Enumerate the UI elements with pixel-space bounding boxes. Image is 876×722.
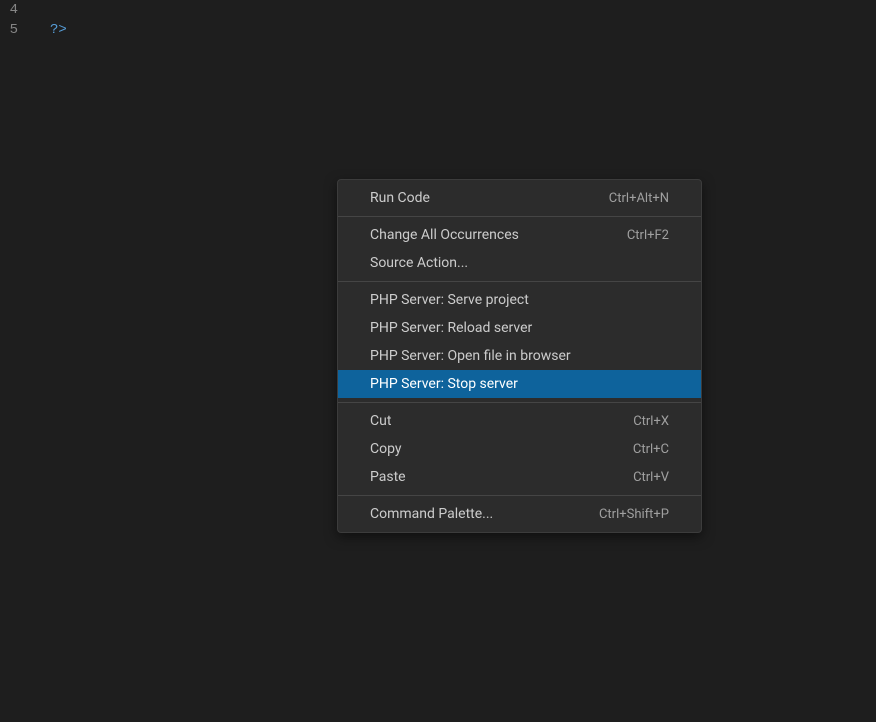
menu-item-php-stop-server[interactable]: PHP Server: Stop server	[338, 370, 701, 398]
menu-item-copy[interactable]: Copy Ctrl+C	[338, 435, 701, 463]
editor-line[interactable]: 4	[0, 0, 876, 20]
menu-item-source-action[interactable]: Source Action...	[338, 249, 701, 277]
editor-line[interactable]: 5 ?>	[0, 20, 876, 40]
line-content: ?>	[30, 22, 67, 38]
menu-label: Command Palette...	[370, 506, 493, 522]
menu-shortcut: Ctrl+Alt+N	[609, 191, 669, 206]
menu-shortcut: Ctrl+Shift+P	[599, 507, 669, 522]
menu-label: Source Action...	[370, 255, 468, 271]
context-menu: Run Code Ctrl+Alt+N Change All Occurrenc…	[337, 179, 702, 533]
menu-label: Cut	[370, 413, 391, 429]
menu-item-paste[interactable]: Paste Ctrl+V	[338, 463, 701, 491]
menu-label: Paste	[370, 469, 406, 485]
menu-shortcut: Ctrl+F2	[627, 228, 669, 243]
menu-shortcut: Ctrl+X	[633, 414, 669, 429]
menu-label: PHP Server: Open file in browser	[370, 348, 571, 364]
menu-item-run-code[interactable]: Run Code Ctrl+Alt+N	[338, 184, 701, 212]
menu-item-change-all-occurrences[interactable]: Change All Occurrences Ctrl+F2	[338, 221, 701, 249]
menu-separator	[338, 402, 701, 403]
menu-item-command-palette[interactable]: Command Palette... Ctrl+Shift+P	[338, 500, 701, 528]
menu-label: PHP Server: Reload server	[370, 320, 532, 336]
menu-item-php-open-browser[interactable]: PHP Server: Open file in browser	[338, 342, 701, 370]
menu-label: PHP Server: Serve project	[370, 292, 529, 308]
menu-label: Copy	[370, 441, 402, 457]
menu-separator	[338, 495, 701, 496]
menu-item-php-serve-project[interactable]: PHP Server: Serve project	[338, 286, 701, 314]
line-number: 5	[0, 22, 30, 38]
menu-separator	[338, 281, 701, 282]
line-number: 4	[0, 2, 30, 18]
menu-label: Change All Occurrences	[370, 227, 519, 243]
menu-separator	[338, 216, 701, 217]
menu-item-cut[interactable]: Cut Ctrl+X	[338, 407, 701, 435]
menu-label: PHP Server: Stop server	[370, 376, 518, 392]
menu-shortcut: Ctrl+C	[633, 442, 669, 457]
menu-item-php-reload-server[interactable]: PHP Server: Reload server	[338, 314, 701, 342]
menu-label: Run Code	[370, 190, 430, 206]
menu-shortcut: Ctrl+V	[633, 470, 669, 485]
